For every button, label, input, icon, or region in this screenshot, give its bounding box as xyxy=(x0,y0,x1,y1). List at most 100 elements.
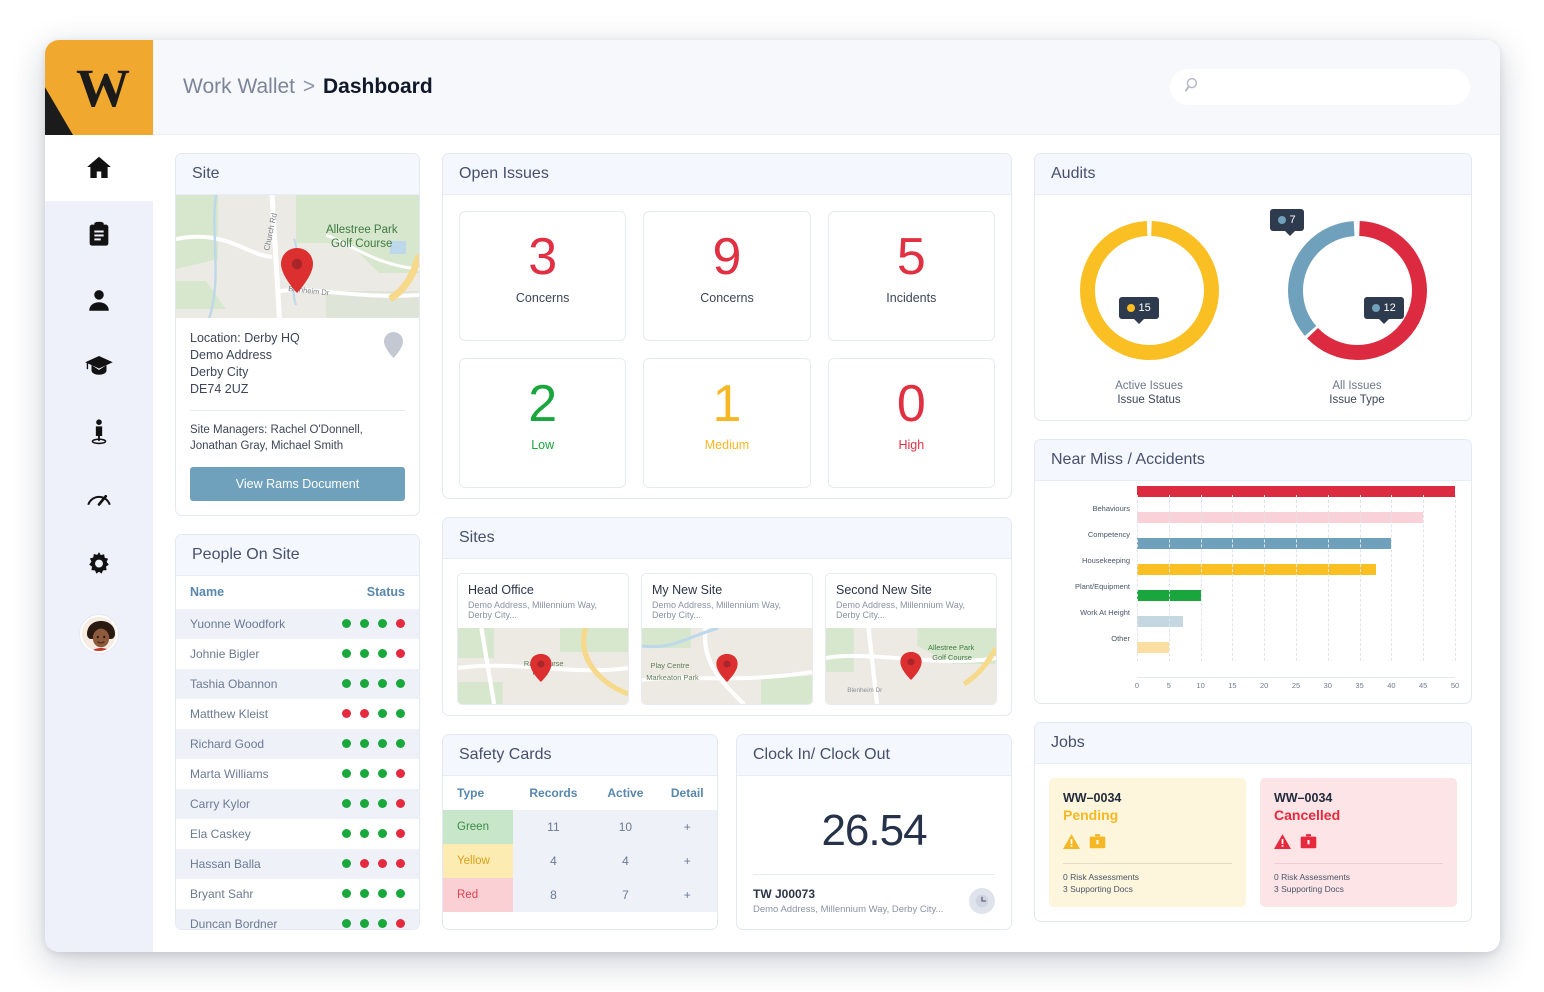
sidebar-item-people[interactable] xyxy=(45,267,153,333)
bar[interactable] xyxy=(1137,486,1455,497)
bar-chart-x-axis: 0 5 10 15 20 25 30 35 40 45 50 xyxy=(1134,677,1459,693)
donut-chart-issue-type[interactable]: 7 12 xyxy=(1269,209,1435,368)
issue-card[interactable]: 9 Concerns xyxy=(643,211,811,341)
safety-detail-expand-button[interactable]: + xyxy=(657,810,717,844)
x-axis-tick: 35 xyxy=(1355,681,1364,690)
x-axis-tick: 45 xyxy=(1419,681,1428,690)
search-box[interactable] xyxy=(1170,69,1470,105)
status-dot-red xyxy=(396,798,405,808)
status-dot-green xyxy=(378,828,387,838)
site-card-map[interactable]: Allestree Park Golf Course Blenheim Dr xyxy=(826,627,996,704)
svg-text:Play Centre: Play Centre xyxy=(651,661,690,670)
site-card-title: Second New Site xyxy=(836,582,932,597)
near-miss-title: Near Miss / Accidents xyxy=(1035,440,1471,481)
open-issues-grid: 3 Concerns 9 Concerns 5 Incidents 2 Low 1 Medium 0… xyxy=(443,195,1011,498)
breadcrumb-root[interactable]: Work Wallet xyxy=(183,75,295,98)
x-axis-tick: 15 xyxy=(1228,681,1237,690)
app-logo[interactable]: W xyxy=(45,40,153,135)
site-card[interactable]: My New Site Demo Address, Millennium Way,… xyxy=(641,572,813,705)
table-row[interactable]: Green 11 10 + xyxy=(443,810,717,844)
job-card[interactable]: WW–0034 Cancelled 0 Risk Assessments 3 Supp… xyxy=(1260,778,1457,907)
site-info: Location: Derby HQ Demo Address Derby Ci… xyxy=(176,318,419,515)
status-dot-green xyxy=(378,768,387,778)
sidebar-item-settings[interactable] xyxy=(45,531,153,597)
site-card[interactable]: Head Office Demo Address, Millennium Way,… xyxy=(457,572,629,705)
breadcrumb: Work Wallet > Dashboard xyxy=(183,75,433,99)
table-row[interactable]: Yuonne Woodfork xyxy=(176,608,419,639)
gear-icon xyxy=(85,550,113,578)
sidebar-item-training[interactable] xyxy=(45,333,153,399)
safety-detail-expand-button[interactable]: + xyxy=(657,844,717,878)
bottom-middle-row: Safety Cards Type Records Active Detail xyxy=(442,734,1012,930)
safety-records: 8 xyxy=(513,878,594,912)
issue-card[interactable]: 3 Concerns xyxy=(459,211,627,341)
donut-chart-issue-status[interactable]: 15 xyxy=(1072,213,1227,368)
bar[interactable] xyxy=(1137,512,1424,523)
status-dot-green xyxy=(396,738,405,748)
issue-card[interactable]: 5 Incidents xyxy=(827,211,995,341)
safety-records: 4 xyxy=(513,844,594,878)
issue-card[interactable]: 1 Medium xyxy=(643,358,811,488)
site-card[interactable]: Second New Site Demo Address, Millennium … xyxy=(825,572,997,705)
table-row[interactable]: Hassan Balla xyxy=(176,848,419,879)
table-row[interactable]: Tashia Obannon xyxy=(176,668,419,699)
donut-caption-line2: Issue Status xyxy=(1117,394,1181,406)
table-row[interactable]: Johnie Bigler xyxy=(176,639,419,669)
bar[interactable] xyxy=(1137,564,1376,575)
person-name: Johnie Bigler xyxy=(190,646,260,661)
table-row[interactable]: Marta Williams xyxy=(176,759,419,789)
issue-card[interactable]: 2 Low xyxy=(459,358,627,488)
site-card-map[interactable]: Racecourse Park xyxy=(458,627,628,704)
safety-type: Yellow xyxy=(443,844,514,878)
status-dot-green xyxy=(342,648,351,658)
bar[interactable] xyxy=(1137,616,1183,627)
badge-value: 12 xyxy=(1383,302,1396,314)
middle-column: Open Issues 3 Concerns 9 Concerns 5 Incidents… xyxy=(442,153,1012,930)
status-dot-red xyxy=(360,858,369,868)
table-row[interactable]: Carry Kylor xyxy=(176,788,419,819)
status-dot-green xyxy=(378,648,387,658)
issue-card[interactable]: 0 High xyxy=(827,358,995,488)
site-address: Location: Derby HQ Demo Address Derby Ci… xyxy=(190,330,405,398)
status-dot-green xyxy=(396,678,405,688)
x-axis-tick: 5 xyxy=(1166,681,1171,690)
table-row[interactable]: Richard Good xyxy=(176,728,419,759)
sidebar-item-profile[interactable] xyxy=(45,601,153,667)
job-supporting-docs: 3 Supporting Docs xyxy=(1274,884,1344,894)
status-dot-red xyxy=(396,618,405,628)
job-card[interactable]: WW–0034 Pending 0 Risk Assessments 3 Suppor… xyxy=(1049,778,1246,907)
sidebar-item-performance[interactable] xyxy=(45,465,153,531)
bar[interactable] xyxy=(1137,642,1169,653)
safety-detail-expand-button[interactable]: + xyxy=(657,878,717,912)
table-row[interactable]: Yellow 4 4 + xyxy=(443,844,717,878)
donut-caption-all-issues: All Issues Issue Type xyxy=(1329,380,1384,406)
home-icon xyxy=(84,153,114,183)
site-card-head: Head Office Demo Address, Millennium Way,… xyxy=(458,574,628,628)
table-row[interactable]: Matthew Kleist xyxy=(176,699,419,729)
sidebar-item-home[interactable] xyxy=(45,135,153,201)
view-rams-document-button[interactable]: View Rams Document xyxy=(190,466,405,501)
x-axis-tick: 0 xyxy=(1134,681,1140,690)
sidebar-item-on-site[interactable] xyxy=(45,399,153,465)
site-address-line-2: Demo Address xyxy=(190,347,272,362)
site-card-map[interactable]: Play Centre Markeaton Park xyxy=(642,627,812,704)
job-reference: WW–0034 xyxy=(1274,791,1333,805)
bar-chart-row: Plant/Equipment xyxy=(1051,564,1455,599)
search-input[interactable] xyxy=(1210,79,1456,95)
site-divider xyxy=(190,409,405,411)
site-map[interactable]: Allestree Park Golf Course Church Rd Ble… xyxy=(176,195,419,318)
sidebar-item-forms[interactable] xyxy=(45,201,153,267)
safety-records: 11 xyxy=(513,810,594,844)
table-row[interactable]: Red 8 7 + xyxy=(443,878,717,912)
people-col-name: Name xyxy=(190,584,225,599)
person-status-dots xyxy=(310,728,419,759)
table-row[interactable]: Bryant Sahr xyxy=(176,879,419,909)
status-dot-green xyxy=(342,858,351,868)
bar[interactable] xyxy=(1137,590,1201,601)
bar[interactable] xyxy=(1137,538,1392,549)
person-status-dots xyxy=(310,608,419,639)
person-name: Carry Kylor xyxy=(176,788,311,819)
gauge-icon xyxy=(84,483,114,513)
table-row[interactable]: Ela Caskey xyxy=(176,819,419,849)
table-row[interactable]: Duncan Bordner xyxy=(176,908,419,929)
